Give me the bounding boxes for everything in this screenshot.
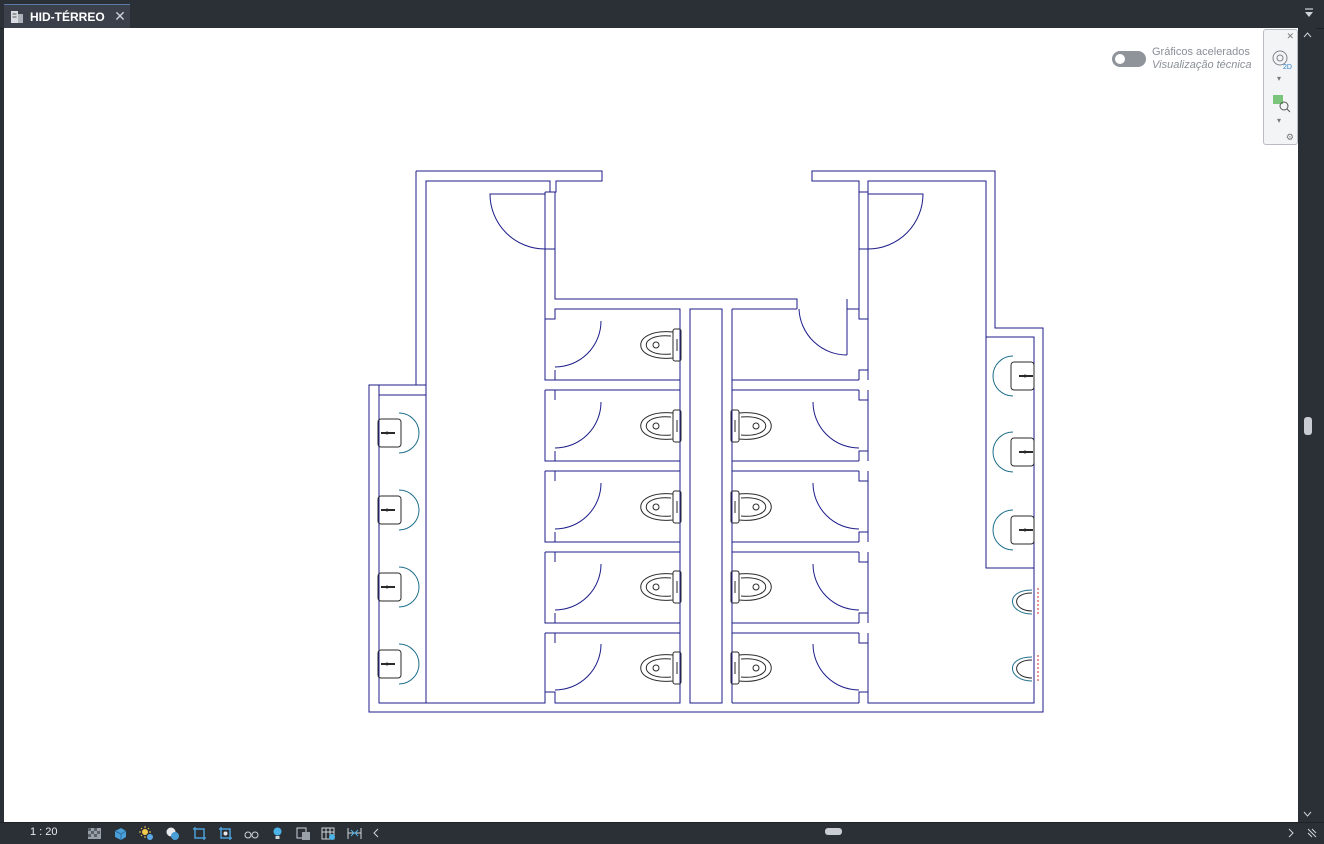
worksharing-icon[interactable] xyxy=(296,826,311,841)
toilet-fixtures-right xyxy=(730,409,772,685)
analytical-model-icon[interactable] xyxy=(321,826,336,841)
accelerated-graphics-toggle[interactable] xyxy=(1112,51,1146,67)
close-icon[interactable]: ✕ xyxy=(1286,31,1294,42)
navigation-bar: ✕ 2D ▾ ▾ ⚙ xyxy=(1263,29,1298,145)
zoom-extents-icon[interactable] xyxy=(1270,92,1292,114)
door-swing-entry-left xyxy=(489,193,546,250)
door-swing-left-2 xyxy=(554,401,602,449)
door-swing-right-2 xyxy=(812,401,860,449)
toilet-icon xyxy=(640,490,682,524)
door-swing-right-3 xyxy=(812,482,860,530)
detail-level-icon[interactable] xyxy=(87,826,102,841)
scroll-right-icon[interactable] xyxy=(1286,826,1296,840)
crop-view-icon[interactable] xyxy=(192,826,207,841)
vertical-scrollbar[interactable] xyxy=(1299,28,1316,822)
show-crop-icon[interactable] xyxy=(218,826,233,841)
door-swing-entry-right xyxy=(867,193,924,250)
toilet-icon xyxy=(640,328,682,362)
chevron-down-icon[interactable]: ▾ xyxy=(1277,74,1281,83)
sink-icon xyxy=(377,489,420,531)
outer-wall xyxy=(368,170,1044,713)
corridor-wall-right xyxy=(858,192,869,250)
temporary-hide-icon[interactable] xyxy=(244,826,259,841)
door-swing-left-1 xyxy=(554,320,602,368)
toilet-icon xyxy=(640,570,682,604)
toggle-sublabel: Visualização técnica xyxy=(1152,59,1252,71)
toilet-icon xyxy=(640,409,682,443)
toilet-icon xyxy=(730,490,772,524)
sink-icon xyxy=(992,509,1035,551)
outer-wall-inner xyxy=(858,328,1035,704)
toilet-fixtures-left xyxy=(640,328,682,685)
close-icon[interactable]: ✕ xyxy=(112,8,128,24)
toggle-label: Gráficos acelerados xyxy=(1152,46,1250,58)
sink-icon xyxy=(992,431,1035,473)
svg-text:2D: 2D xyxy=(1283,64,1292,70)
shadows-icon[interactable] xyxy=(165,826,180,841)
door-swing-left-5 xyxy=(554,643,602,691)
tab-bar: HID-TÉRREO ✕ xyxy=(0,0,1324,29)
left-block-inner xyxy=(379,181,427,396)
drawing-doc-icon xyxy=(11,11,23,23)
toilet-icon xyxy=(730,651,772,685)
toilet-icon xyxy=(640,651,682,685)
door-swing-right-5 xyxy=(812,643,860,691)
toilet-icon xyxy=(730,570,772,604)
door-swing-right-4 xyxy=(812,563,860,611)
right-stall-walls xyxy=(858,319,869,703)
view-scale[interactable]: 1 : 20 xyxy=(30,826,58,838)
door-swing-left-4 xyxy=(554,563,602,611)
view-control-bar: 1 : 20 xyxy=(0,822,1324,844)
view-tab-title: HID-TÉRREO xyxy=(30,10,105,24)
horizontal-scroll-thumb[interactable] xyxy=(825,828,842,835)
drawing-canvas[interactable]: Gráficos acelerados Visualização técnica… xyxy=(4,28,1298,822)
corridor-wall-left xyxy=(544,191,556,250)
sink-icon xyxy=(377,643,420,685)
toilet-icon xyxy=(730,409,772,443)
settings-icon[interactable]: ⚙ xyxy=(1286,132,1294,143)
sun-path-icon[interactable] xyxy=(139,826,154,841)
central-shaft xyxy=(689,308,723,704)
2d-wheel-icon[interactable]: 2D xyxy=(1270,48,1292,70)
sink-icon xyxy=(992,355,1035,397)
tab-list-dropdown-icon[interactable] xyxy=(1302,6,1316,20)
vertical-scroll-thumb[interactable] xyxy=(1304,417,1312,435)
door-swing-left-3 xyxy=(554,482,602,530)
reveal-hidden-icon[interactable] xyxy=(270,826,285,841)
sink-icon xyxy=(377,566,420,608)
right-stalls xyxy=(731,299,859,704)
door-swing-accessible xyxy=(798,308,848,356)
visual-style-icon[interactable] xyxy=(113,826,128,841)
scroll-left-icon[interactable] xyxy=(371,826,381,840)
resize-grip-icon xyxy=(1307,828,1317,838)
scroll-up-icon[interactable] xyxy=(1302,30,1313,41)
highlight-displacement-icon[interactable] xyxy=(347,826,362,841)
chevron-down-icon[interactable]: ▾ xyxy=(1277,116,1281,125)
accelerated-graphics-toggle-group: Gráficos acelerados Visualização técnica xyxy=(1112,45,1262,75)
sink-fixtures-left xyxy=(377,412,420,685)
left-stall-walls xyxy=(544,319,556,692)
scroll-down-icon[interactable] xyxy=(1302,808,1313,819)
sink-icon xyxy=(377,412,420,454)
floor-plan-drawing xyxy=(368,170,1044,713)
sink-fixtures-right xyxy=(992,355,1035,551)
view-tab[interactable]: HID-TÉRREO ✕ xyxy=(4,4,130,29)
